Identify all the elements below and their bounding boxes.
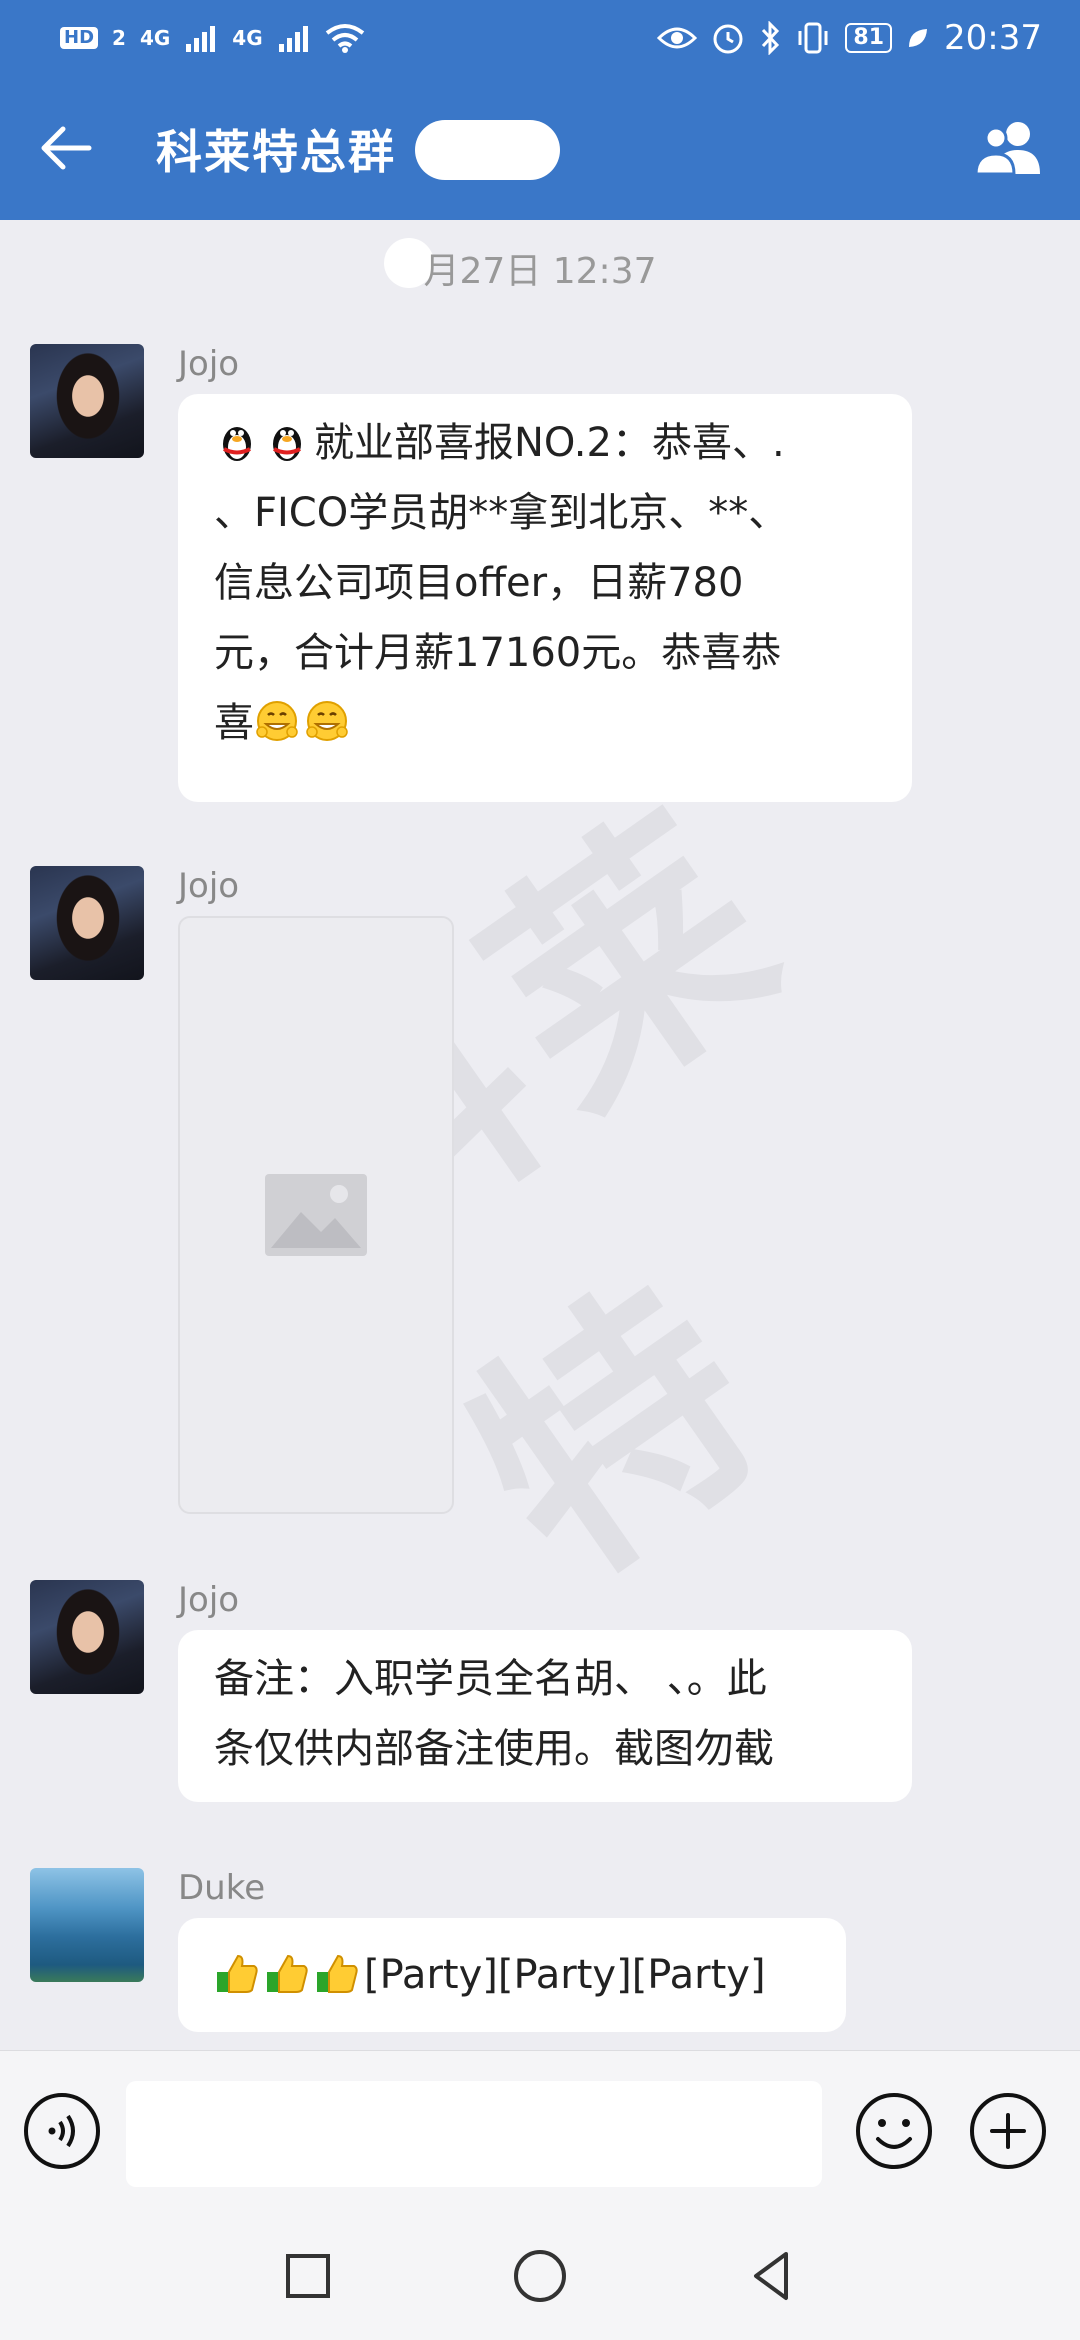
image-message[interactable] [178,916,454,1514]
thumbs-up-icon [217,1954,258,1993]
eye-icon [657,27,698,49]
vibrate-icon [798,22,828,54]
wifi-icon [325,24,364,53]
message-bubble[interactable]: 备注：入职学员全名胡、 、。此 条仅供内部备注使用。截图勿截 [178,1630,912,1802]
avatar[interactable] [30,344,144,458]
system-nav-bar [0,2212,1080,2340]
message-line: 就业部喜报NO.2：恭喜、. [214,408,876,478]
message-text: [Party][Party][Party] [364,1952,766,1998]
sender-name: Jojo [178,1580,240,1620]
sender-name: Jojo [178,866,240,906]
avatar[interactable] [30,1868,144,1982]
message-timestamp: 月27日 12:37 [423,251,657,292]
circle-icon [514,2250,566,2302]
bluetooth-icon [762,21,780,55]
message-bubble[interactable]: 就业部喜报NO.2：恭喜、. 、FICO学员胡**拿到北京、**、 信息公司项目… [178,394,912,802]
message-text: 元，合计月薪17160元。恭喜恭 [214,630,782,676]
network-4g-2: 4G [232,26,263,50]
message-text: 就业部喜报NO.2：恭喜、. [314,420,785,466]
arrow-left-icon [41,126,92,170]
status-bar: HD 2 4G 4G 81 20:37 [0,0,1080,76]
avatar[interactable] [30,866,144,980]
emoji-icon [856,2093,932,2169]
qq-penguin-icon [273,427,301,461]
grin-emoji-icon [256,701,298,741]
thumbs-up-icon [267,1954,308,1993]
home-button[interactable] [508,2244,572,2308]
group-members-button[interactable] [970,118,1046,178]
clock: 20:37 [944,18,1042,58]
grin-emoji-icon [306,701,348,741]
sender-name: Duke [178,1868,266,1908]
message-line: [Party][Party][Party] [214,1940,810,2010]
signal-icon [186,26,216,52]
voice-icon [24,2093,100,2169]
alarm-icon [713,24,743,54]
page-title: 科莱特总群 [156,125,396,179]
sender-name: Jojo [178,344,240,384]
redaction-mark [415,120,560,180]
signal-icon [278,26,308,52]
leaf-icon [909,29,928,47]
qq-penguin-icon [223,427,251,461]
message-text: 信息公司项目offer，日薪780 [214,560,744,606]
message-bubble[interactable]: [Party][Party][Party] [178,1918,846,2032]
battery-level: 81 [845,23,893,53]
back-button[interactable] [36,118,96,178]
plus-icon [970,2093,1046,2169]
input-bar [0,2050,1080,2212]
emoji-button[interactable] [854,2091,934,2171]
square-icon [286,2254,330,2298]
network-4g-1: 4G [139,26,171,50]
message-text: 喜 [214,700,254,746]
triangle-back-icon [754,2252,788,2300]
thumbs-up-icon [317,1954,358,1993]
recents-button[interactable] [276,2244,340,2308]
back-nav-button[interactable] [740,2244,804,2308]
message-list[interactable]: 科莱特 月27日 12:37 Jojo 就业部喜报NO.2：恭喜、. 、FICO… [0,220,1080,2050]
voice-button[interactable] [22,2091,102,2171]
avatar[interactable] [30,1580,144,1694]
chat-header: 科莱特总群 [0,76,1080,220]
image-placeholder-icon [265,1174,367,1256]
message-text: 备注：入职学员全名胡、 、。此 [214,1656,767,1702]
message-line: 喜 [214,688,876,758]
sim-indicator: 2 [112,26,126,50]
message-input[interactable] [126,2081,822,2187]
group-members-icon [974,122,1040,176]
message-text: 条仅供内部备注使用。截图勿截 [214,1726,774,1772]
more-button[interactable] [968,2091,1048,2171]
message-text: 、FICO学员胡**拿到北京、**、 [214,490,789,536]
hd-indicator: HD [60,27,99,49]
